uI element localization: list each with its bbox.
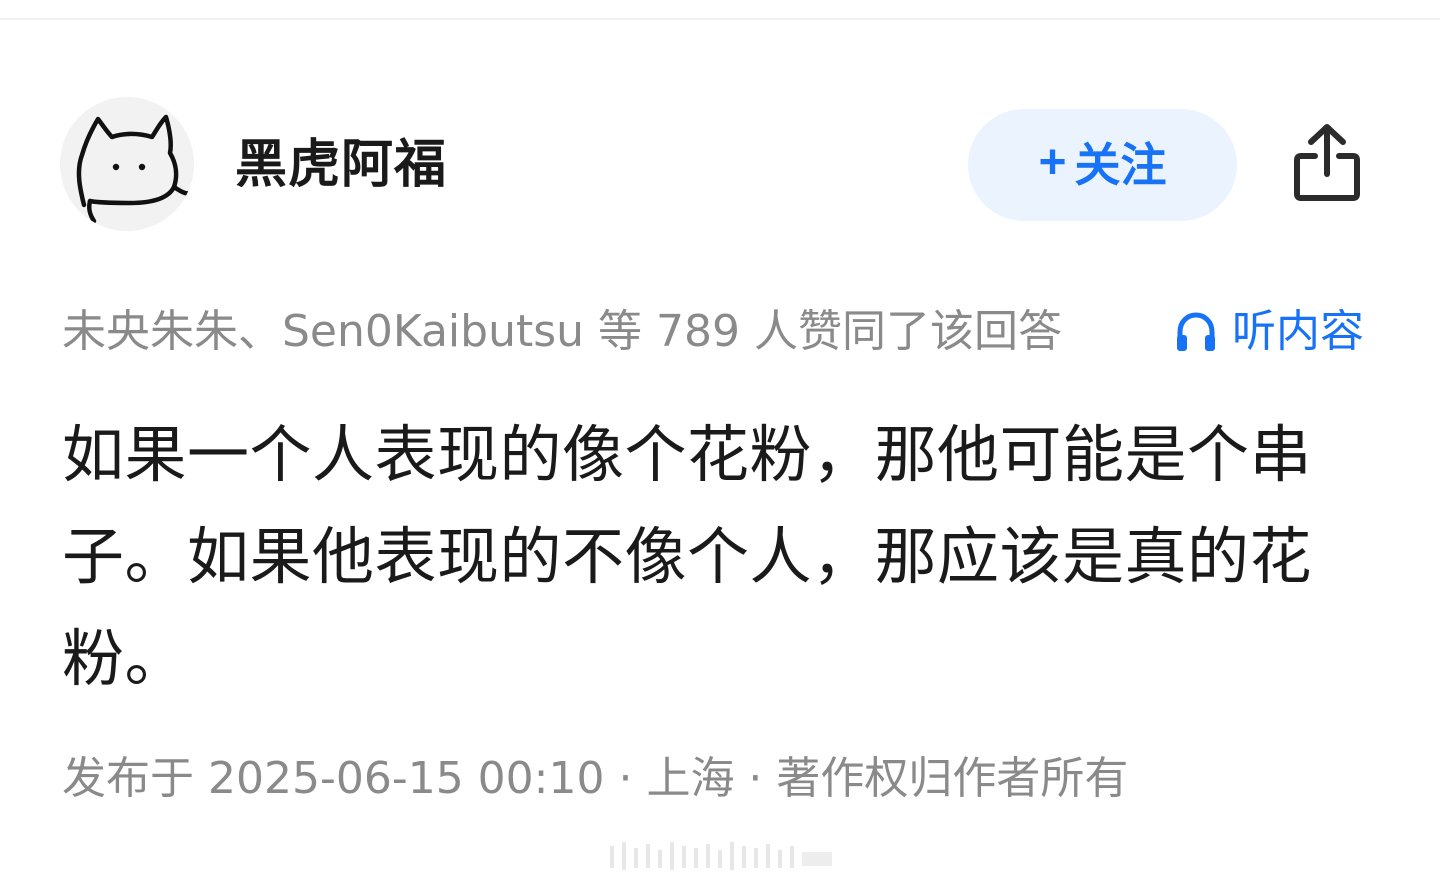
- share-button[interactable]: [1287, 122, 1367, 204]
- author-name[interactable]: 黑虎阿福: [235, 134, 447, 196]
- share-icon: [1294, 124, 1360, 201]
- likes-summary[interactable]: 未央朱朱、Sen0Kaibutsu 等 789 人赞同了该回答: [62, 304, 1062, 360]
- top-divider: [0, 0, 1440, 20]
- publish-meta: 发布于 2025-06-15 00:10 · 上海 · 著作权归作者所有: [62, 753, 1129, 804]
- follow-button[interactable]: + 关注: [968, 109, 1237, 221]
- headphones-icon: [1177, 312, 1215, 351]
- follow-label: 关注: [1074, 139, 1167, 191]
- listen-label: 听内容: [1232, 306, 1364, 357]
- answer-page: 黑虎阿福 + 关注 未央朱朱、Sen0Kaibutsu 等 789 人赞同了该回…: [0, 0, 1440, 887]
- answer-body: 如果一个人表现的像个花粉，那他可能是个串子。如果他表现的不像个人，那应该是真的花…: [62, 418, 1313, 695]
- cat-doodle-avatar-icon: [60, 97, 194, 231]
- watermark-mark: [600, 838, 840, 874]
- author-avatar[interactable]: [60, 97, 194, 231]
- listen-button[interactable]: 听内容: [1172, 304, 1364, 360]
- watermark-icon: [610, 842, 832, 870]
- plus-icon: +: [1038, 136, 1067, 189]
